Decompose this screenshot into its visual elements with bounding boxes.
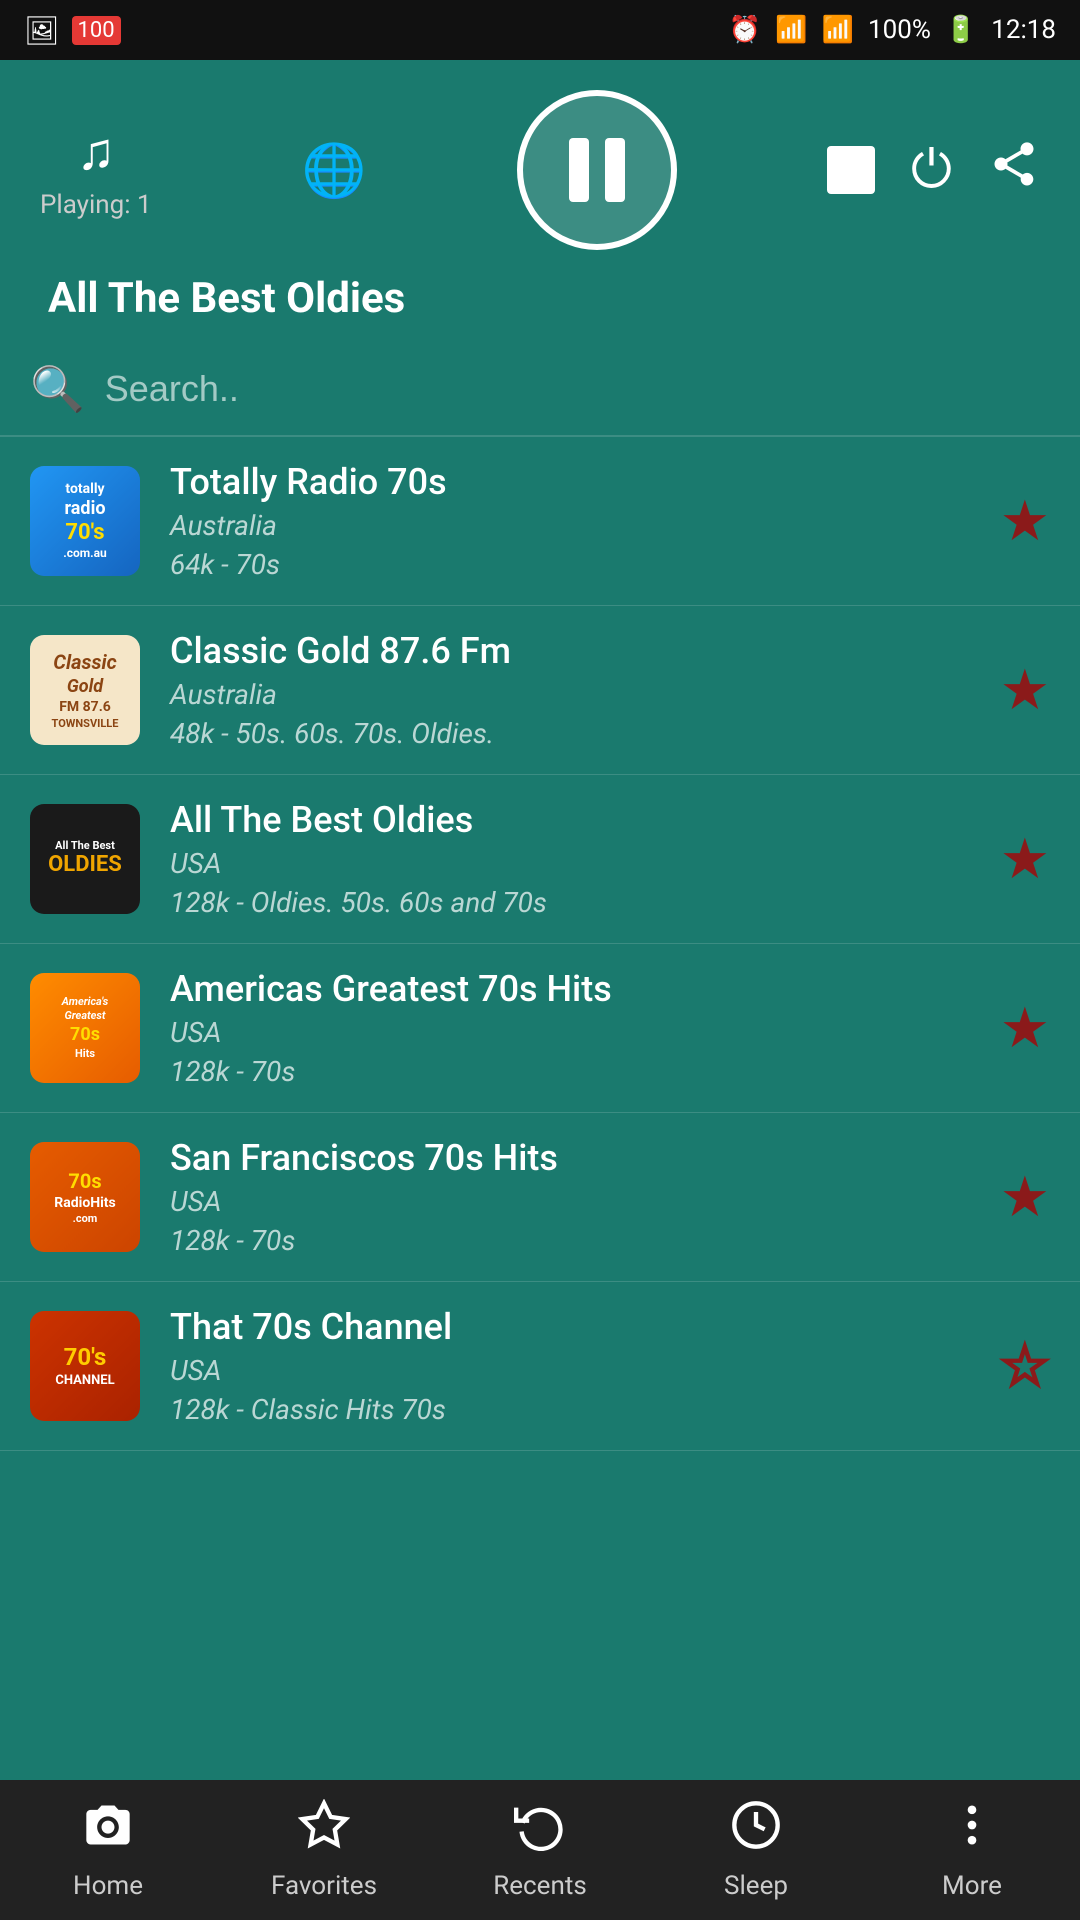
station-list: totally radio 70's .com.au Totally Radio… [0, 437, 1080, 1451]
photo-icon: 🖼 [24, 14, 60, 47]
status-bar: 🖼 100 ⏰ 📶 📶 100% 🔋 12:18 [0, 0, 1080, 60]
station-item[interactable]: All The Best OLDIES All The Best Oldies … [0, 775, 1080, 944]
nav-sleep[interactable]: Sleep [648, 1780, 864, 1920]
now-playing-title: All The Best Oldies [40, 274, 1040, 323]
station-logo: Classic Gold FM 87.6 TOWNSVILLE [30, 635, 140, 745]
station-country: USA [170, 847, 980, 880]
nav-sleep-label: Sleep [724, 1871, 788, 1901]
home-camera-icon [82, 1799, 134, 1863]
station-info: Americas Greatest 70s Hits USA 128k - 70… [170, 968, 980, 1088]
header: ♫ Playing: 1 🌐 ⏻ All The Best Oldies [0, 60, 1080, 343]
station-info: San Franciscos 70s Hits USA 128k - 70s [170, 1137, 980, 1257]
favorite-star[interactable]: ★ [1000, 1164, 1050, 1230]
station-name: San Franciscos 70s Hits [170, 1137, 980, 1179]
station-item[interactable]: 70s RadioHits .com San Franciscos 70s Hi… [0, 1113, 1080, 1282]
station-name: Americas Greatest 70s Hits [170, 968, 980, 1010]
station-country: Australia [170, 678, 980, 711]
search-input[interactable] [105, 368, 1050, 410]
station-item[interactable]: 70's CHANNEL That 70s Channel USA 128k -… [0, 1282, 1080, 1451]
nav-favorites-label: Favorites [271, 1871, 377, 1901]
nav-recents-label: Recents [493, 1871, 587, 1901]
station-item[interactable]: America's Greatest 70s Hits Americas Gre… [0, 944, 1080, 1113]
station-info: All The Best Oldies USA 128k - Oldies. 5… [170, 799, 980, 919]
station-item[interactable]: Classic Gold FM 87.6 TOWNSVILLE Classic … [0, 606, 1080, 775]
nav-recents-icon [514, 1799, 566, 1863]
signal-icon: 📶 [822, 15, 854, 45]
battery-label: 100% [868, 15, 931, 45]
station-logo: 70s RadioHits .com [30, 1142, 140, 1252]
station-item[interactable]: totally radio 70's .com.au Totally Radio… [0, 437, 1080, 606]
status-right: ⏰ 📶 📶 100% 🔋 12:18 [729, 15, 1056, 45]
station-bitrate: 128k - 70s [170, 1055, 980, 1088]
station-bitrate: 64k - 70s [170, 548, 980, 581]
nav-more-icon [946, 1799, 998, 1863]
app-icon: 100 [72, 16, 121, 45]
search-icon: 🔍 [30, 363, 85, 415]
favorite-star[interactable]: ★ [1000, 995, 1050, 1061]
station-info: Classic Gold 87.6 Fm Australia 48k - 50s… [170, 630, 980, 750]
header-right: ⏻ [827, 138, 1040, 203]
station-name: All The Best Oldies [170, 799, 980, 841]
station-name: Classic Gold 87.6 Fm [170, 630, 980, 672]
station-info: Totally Radio 70s Australia 64k - 70s [170, 461, 980, 581]
favorite-star[interactable]: ★ [1000, 488, 1050, 554]
music-icon: ♫ [76, 121, 115, 182]
pause-icon [569, 138, 625, 202]
share-icon [988, 138, 1040, 190]
nav-home-label: Home [73, 1871, 143, 1901]
favorite-star[interactable]: ★ [1000, 826, 1050, 892]
nav-sleep-icon [730, 1799, 782, 1863]
station-logo: totally radio 70's .com.au [30, 466, 140, 576]
station-logo: 70's CHANNEL [30, 1311, 140, 1421]
nav-home[interactable]: Home [0, 1780, 216, 1920]
station-name: That 70s Channel [170, 1306, 980, 1348]
nav-more[interactable]: More [864, 1780, 1080, 1920]
station-country: USA [170, 1354, 980, 1387]
favorite-star[interactable]: ★ [1000, 657, 1050, 723]
power-button[interactable]: ⏻ [911, 139, 952, 201]
nav-recents[interactable]: Recents [432, 1780, 648, 1920]
time-label: 12:18 [991, 15, 1056, 45]
nav-more-label: More [942, 1871, 1002, 1901]
playing-label: Playing: 1 [40, 190, 152, 220]
station-bitrate: 128k - Oldies. 50s. 60s and 70s [170, 886, 980, 919]
bottom-nav: Home Favorites Recents Sleep [0, 1780, 1080, 1920]
station-bitrate: 128k - Classic Hits 70s [170, 1393, 980, 1426]
station-country: USA [170, 1185, 980, 1218]
station-name: Totally Radio 70s [170, 461, 980, 503]
pause-button[interactable] [517, 90, 677, 250]
station-bitrate: 128k - 70s [170, 1224, 980, 1257]
wifi-icon: 📶 [775, 15, 807, 45]
station-bitrate: 48k - 50s. 60s. 70s. Oldies. [170, 717, 980, 750]
station-country: Australia [170, 509, 980, 542]
share-button[interactable] [988, 138, 1040, 203]
stop-button[interactable] [827, 146, 875, 194]
alarm-icon: ⏰ [729, 15, 761, 45]
header-controls: ♫ Playing: 1 🌐 ⏻ [40, 90, 1040, 250]
nav-favorites-icon [298, 1799, 350, 1863]
nav-favorites[interactable]: Favorites [216, 1780, 432, 1920]
station-country: USA [170, 1016, 980, 1049]
search-bar: 🔍 [0, 343, 1080, 437]
favorite-star[interactable]: ☆ [1000, 1333, 1050, 1399]
station-logo: All The Best OLDIES [30, 804, 140, 914]
station-logo: America's Greatest 70s Hits [30, 973, 140, 1083]
station-info: That 70s Channel USA 128k - Classic Hits… [170, 1306, 980, 1426]
battery-icon: 🔋 [945, 15, 977, 45]
status-left: 🖼 100 [24, 14, 121, 47]
globe-icon[interactable]: 🌐 [302, 140, 367, 201]
header-left: ♫ Playing: 1 [40, 121, 152, 220]
